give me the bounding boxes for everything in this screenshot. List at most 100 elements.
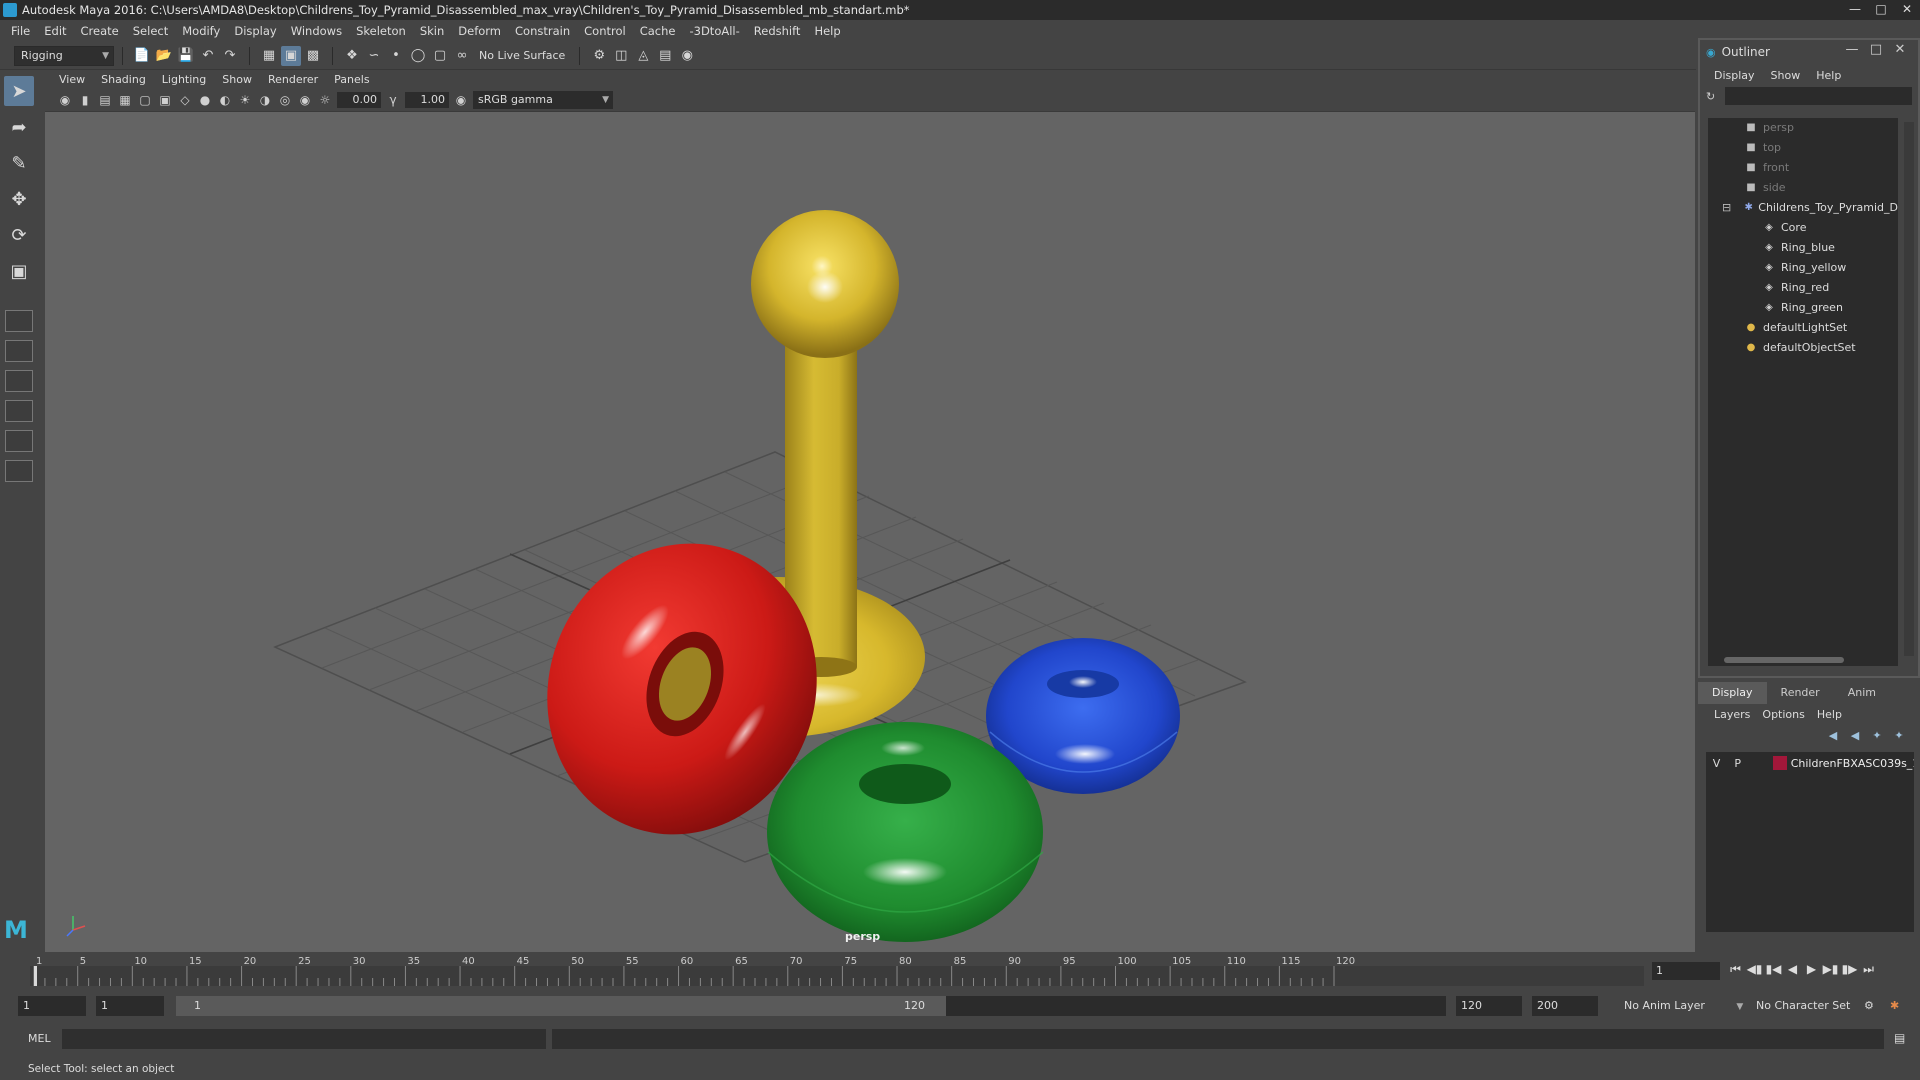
outliner-item[interactable]: ◈ Core [1708, 218, 1898, 238]
shadows-icon[interactable]: ◑ [256, 91, 274, 109]
film-gate-icon[interactable]: ▢ [136, 91, 154, 109]
go-to-start-icon[interactable]: ⏮ [1726, 962, 1745, 977]
perspective-viewport[interactable]: View Shading Lighting Show Renderer Pane… [45, 70, 1695, 952]
step-forward-frame-icon[interactable]: ▶▮ [1821, 962, 1840, 977]
vp-menu-renderer[interactable]: Renderer [260, 73, 326, 86]
script-editor-icon[interactable]: ▤ [1894, 1031, 1910, 1047]
outliner-item[interactable]: ◈ Ring_blue [1708, 238, 1898, 258]
outliner-item[interactable]: ● defaultObjectSet [1708, 338, 1898, 358]
exposure-icon[interactable]: ☼ [316, 91, 334, 109]
persp-outliner-layout-icon[interactable] [5, 370, 33, 392]
create-empty-layer-icon[interactable]: ✦ [1866, 729, 1888, 742]
layer-menu-options[interactable]: Options [1756, 708, 1810, 721]
menu-modify[interactable]: Modify [175, 24, 227, 38]
wireframe-icon[interactable]: ◇ [176, 91, 194, 109]
move-layer-down-icon[interactable]: ◀ [1844, 729, 1866, 742]
snap-view-plane-icon[interactable]: ◯ [408, 46, 428, 66]
resolution-gate-icon[interactable]: ▣ [156, 91, 174, 109]
play-forwards-icon[interactable]: ▶ [1802, 962, 1821, 977]
step-back-frame-icon[interactable]: ▮◀ [1764, 962, 1783, 977]
collapse-toggle-icon[interactable]: ⊟ [1722, 198, 1731, 218]
command-input[interactable] [62, 1029, 546, 1049]
bookmark-icon[interactable]: ▮ [76, 91, 94, 109]
outliner-vertical-scrollbar[interactable] [1904, 122, 1914, 656]
lasso-tool-icon[interactable]: ➦ [4, 112, 34, 142]
open-scene-icon[interactable]: 📂 [154, 46, 174, 66]
persp-uv-layout-icon[interactable] [5, 460, 33, 482]
current-frame-field[interactable]: 1 [1652, 962, 1720, 980]
character-set-dropdown[interactable]: No Character Set [1756, 996, 1850, 1016]
live-surface-label[interactable]: No Live Surface [479, 49, 565, 62]
close-button[interactable]: ✕ [1894, 0, 1920, 18]
undo-icon[interactable]: ↶ [198, 46, 218, 66]
go-to-end-icon[interactable]: ⏭ [1859, 962, 1878, 977]
camera-attributes-icon[interactable]: ◉ [56, 91, 74, 109]
menu-skin[interactable]: Skin [413, 24, 451, 38]
create-layer-selected-icon[interactable]: ✦ [1888, 729, 1910, 742]
menu-deform[interactable]: Deform [451, 24, 508, 38]
menu-select[interactable]: Select [126, 24, 175, 38]
vp-menu-show[interactable]: Show [214, 73, 260, 86]
new-scene-icon[interactable]: 📄 [132, 46, 152, 66]
range-slider[interactable]: 1 120 [176, 996, 1446, 1016]
maximize-button[interactable]: □ [1868, 0, 1894, 18]
menu-file[interactable]: File [4, 24, 37, 38]
outliner-item[interactable]: ⊟ ✱ Childrens_Toy_Pyramid_D [1708, 198, 1898, 218]
current-time-marker[interactable] [34, 966, 37, 986]
view-transform-dropdown[interactable]: sRGB gamma ▼ [473, 90, 613, 109]
outliner-item[interactable]: ◈ Ring_yellow [1708, 258, 1898, 278]
outliner-item[interactable]: ■ persp [1708, 118, 1898, 138]
select-component-icon[interactable]: ▩ [303, 46, 323, 66]
layer-menu-layers[interactable]: Layers [1708, 708, 1756, 721]
snap-live-icon[interactable]: ∞ [452, 46, 472, 66]
outliner-menu-help[interactable]: Help [1808, 69, 1849, 82]
menu-redshift[interactable]: Redshift [747, 24, 808, 38]
outliner-item[interactable]: ■ top [1708, 138, 1898, 158]
single-pane-layout-icon[interactable] [5, 310, 33, 332]
outliner-item[interactable]: ■ side [1708, 178, 1898, 198]
color-management-icon[interactable]: ◉ [452, 91, 470, 109]
render-current-icon[interactable]: ◫ [611, 46, 631, 66]
step-forward-key-icon[interactable]: ▮▶ [1840, 962, 1859, 977]
render-view-icon[interactable]: ▤ [655, 46, 675, 66]
refresh-icon[interactable]: ↻ [1706, 90, 1715, 103]
outliner-minimize-button[interactable]: — [1840, 42, 1864, 57]
move-layer-up-icon[interactable]: ◀ [1822, 729, 1844, 742]
snap-curve-icon[interactable]: ∽ [364, 46, 384, 66]
layer-menu-help[interactable]: Help [1811, 708, 1848, 721]
vp-menu-view[interactable]: View [51, 73, 93, 86]
redo-icon[interactable]: ↷ [220, 46, 240, 66]
end-time-field[interactable]: 200 [1532, 996, 1598, 1016]
menu-control[interactable]: Control [577, 24, 633, 38]
lights-icon[interactable]: ☀ [236, 91, 254, 109]
outliner-item[interactable]: ◈ Ring_green [1708, 298, 1898, 318]
snap-point-icon[interactable]: • [386, 46, 406, 66]
scale-tool-icon[interactable]: ▣ [4, 256, 34, 286]
outliner-maximize-button[interactable]: □ [1864, 42, 1888, 57]
outliner-item[interactable]: ■ front [1708, 158, 1898, 178]
vp-menu-shading[interactable]: Shading [93, 73, 154, 86]
move-tool-icon[interactable]: ✥ [4, 184, 34, 214]
outliner-horizontal-scrollbar[interactable] [1708, 654, 1898, 666]
vp-menu-lighting[interactable]: Lighting [154, 73, 214, 86]
persp-graph-layout-icon[interactable] [5, 400, 33, 422]
snap-surface-icon[interactable]: ▢ [430, 46, 450, 66]
select-tool-icon[interactable]: ➤ [4, 76, 34, 106]
smooth-shade-icon[interactable]: ● [196, 91, 214, 109]
outliner-item[interactable]: ● defaultLightSet [1708, 318, 1898, 338]
start-time-field[interactable]: 1 [18, 996, 86, 1016]
snap-grid-icon[interactable]: ❖ [342, 46, 362, 66]
command-language-label[interactable]: MEL [28, 1032, 51, 1045]
tab-anim[interactable]: Anim [1834, 682, 1890, 704]
layer-playback-toggle[interactable]: P [1727, 757, 1748, 770]
select-object-icon[interactable]: ▣ [281, 45, 301, 66]
gamma-field[interactable]: 1.00 [405, 91, 449, 108]
animation-preferences-icon[interactable]: ✱ [1890, 996, 1899, 1016]
grid-toggle-icon[interactable]: ▦ [116, 91, 134, 109]
save-scene-icon[interactable]: 💾 [176, 46, 196, 66]
menu-edit[interactable]: Edit [37, 24, 73, 38]
anim-layer-dropdown[interactable]: No Anim Layer ▼ [1624, 996, 1743, 1016]
minimize-button[interactable]: — [1842, 0, 1868, 18]
hypershade-icon[interactable]: ◉ [677, 46, 697, 66]
menu-cache[interactable]: Cache [633, 24, 683, 38]
